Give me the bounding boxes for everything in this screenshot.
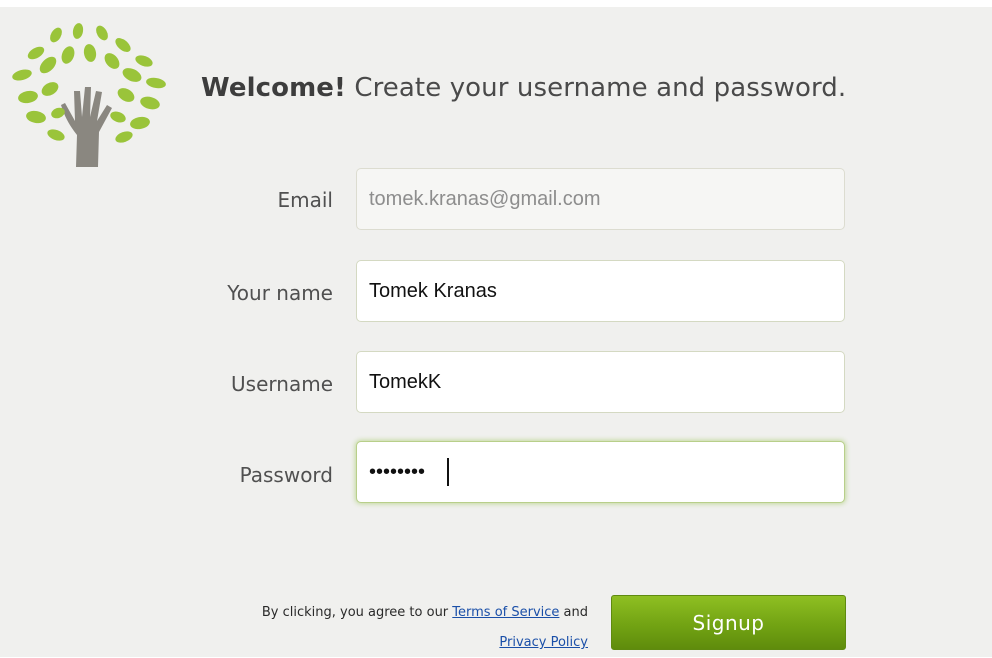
terms-of-service-link[interactable]: Terms of Service [452, 605, 559, 620]
signup-panel: Welcome! Create your username and passwo… [0, 7, 992, 657]
username-field[interactable] [356, 351, 845, 413]
username-label: Username [231, 372, 333, 396]
and-text: and [559, 605, 588, 620]
email-field[interactable] [356, 168, 845, 230]
your-name-label: Your name [227, 281, 333, 305]
tree-hand-logo-icon [12, 23, 166, 167]
welcome-subtitle: Create your username and password. [345, 73, 847, 103]
welcome-bold: Welcome! [201, 73, 346, 103]
password-wrapper [356, 441, 845, 503]
email-label: Email [277, 188, 334, 212]
terms-agreement-text: By clicking, you agree to our Terms of S… [238, 598, 588, 658]
signup-button[interactable]: Signup [611, 595, 846, 650]
your-name-field[interactable] [356, 260, 845, 322]
password-field[interactable] [356, 441, 845, 503]
text-caret [447, 458, 449, 486]
privacy-policy-link[interactable]: Privacy Policy [499, 635, 588, 650]
welcome-heading: Welcome! Create your username and passwo… [201, 73, 846, 103]
password-label: Password [239, 463, 333, 487]
agree-prefix: By clicking, you agree to our [261, 605, 453, 620]
